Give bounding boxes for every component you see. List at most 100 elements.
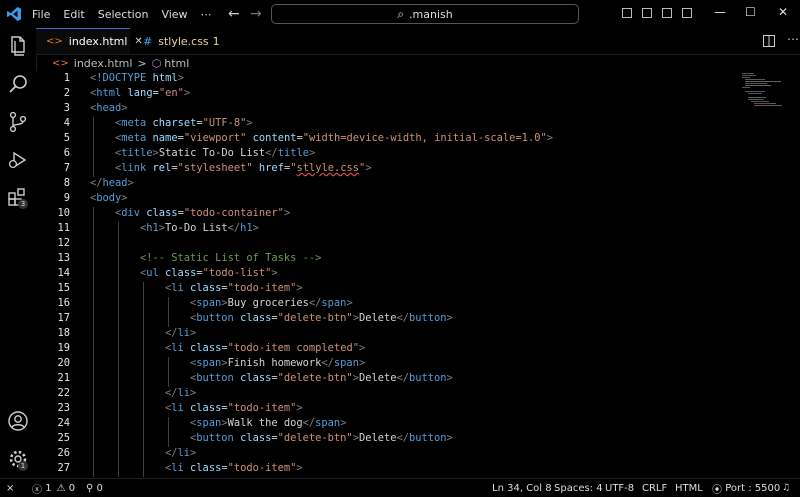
code-line[interactable]: <span>Finish homework</span>: [190, 357, 365, 369]
close-window-button[interactable]: ✕: [778, 5, 788, 19]
code-token: lang: [127, 87, 153, 99]
ports-count: 0: [96, 482, 103, 494]
code-token: >: [296, 282, 303, 294]
toggle-primary-sidebar-icon[interactable]: [622, 8, 632, 18]
command-center-search[interactable]: ⌕ .manish: [271, 4, 579, 24]
breadcrumb: <> index.html > ⬡ html: [36, 55, 800, 71]
code-token: li: [171, 462, 191, 474]
end-of-line[interactable]: CRLF: [642, 479, 667, 497]
code-token: "viewport": [183, 132, 253, 144]
code-token: button: [196, 372, 241, 384]
code-line[interactable]: <button class="delete-btn">Delete</butto…: [190, 372, 453, 384]
code-token: Finish homework: [227, 357, 322, 369]
toggle-secondary-sidebar-icon[interactable]: [662, 8, 672, 18]
code-line[interactable]: <li class="todo-item">: [165, 402, 303, 414]
code-line[interactable]: </head>: [90, 177, 134, 189]
code-line[interactable]: <body>: [90, 192, 128, 204]
code-line[interactable]: <!-- Static List of Tasks -->: [140, 252, 321, 264]
code-line[interactable]: <h1>To-Do List</h1>: [140, 222, 259, 234]
line-number: 17: [57, 312, 70, 324]
breadcrumb-element[interactable]: html: [164, 57, 189, 70]
line-number: 7: [63, 162, 70, 174]
menu-file[interactable]: File: [32, 8, 50, 21]
code-token: Static To-Do List: [158, 147, 266, 159]
account-icon[interactable]: [6, 409, 30, 433]
indent-guide: [93, 207, 94, 477]
code-token: "todo-item": [227, 402, 297, 414]
minimap[interactable]: [742, 72, 782, 108]
tab-style-css[interactable]: # stlyle.css 1: [131, 28, 229, 54]
search-icon[interactable]: [6, 72, 30, 96]
code-line[interactable]: <li class="todo-item completed">: [165, 342, 365, 354]
code-token: div: [121, 207, 147, 219]
code-line[interactable]: <head>: [90, 102, 128, 114]
line-number: 18: [57, 327, 70, 339]
code-line[interactable]: </li>: [165, 387, 196, 399]
minimize-button[interactable]: —: [714, 5, 726, 19]
indent-guide: [168, 297, 169, 327]
run-debug-icon[interactable]: [6, 148, 30, 172]
menu-more[interactable]: ⋯: [201, 8, 212, 21]
toggle-panel-icon[interactable]: [642, 8, 652, 18]
code-token: <!-- Static List of Tasks -->: [140, 252, 322, 264]
code-token: "todo-list": [202, 267, 272, 279]
maximize-button[interactable]: ☐: [745, 5, 756, 19]
forward-arrow-icon[interactable]: →: [250, 6, 262, 22]
source-control-icon[interactable]: [6, 110, 30, 134]
code-line[interactable]: <meta name="viewport" content="width=dev…: [115, 132, 553, 144]
code-line[interactable]: <html lang="en">: [90, 87, 190, 99]
indent-guide: [93, 117, 94, 177]
code-line[interactable]: <div class="todo-container">: [115, 207, 290, 219]
code-line[interactable]: </li>: [165, 447, 196, 459]
code-token: </: [396, 372, 410, 384]
code-token: class: [240, 432, 272, 444]
line-number: 21: [57, 372, 70, 384]
ports-status[interactable]: ⚲ 0: [86, 479, 103, 497]
code-line[interactable]: <ul class="todo-list">: [140, 267, 278, 279]
back-arrow-icon[interactable]: ←: [228, 6, 240, 22]
language-mode[interactable]: HTML: [675, 479, 703, 497]
split-editor-icon[interactable]: [763, 35, 775, 47]
code-line[interactable]: <link rel="stylesheet" href="stlyle.css"…: [115, 162, 372, 174]
problems-status[interactable]: ⓧ 1 ⚠ 0: [32, 479, 75, 497]
code-line[interactable]: <button class="delete-btn">Delete</butto…: [190, 432, 453, 444]
code-line[interactable]: <li class="todo-item">: [165, 462, 303, 474]
code-line[interactable]: <!DOCTYPE html>: [90, 72, 184, 84]
vscode-logo-icon[interactable]: [6, 6, 22, 22]
code-editor[interactable]: 1 <!DOCTYPE html> 2 <html lang="en"> 3 <head>…: [36, 71, 800, 478]
code-line[interactable]: <meta charset="UTF-8">: [115, 117, 253, 129]
live-server-port[interactable]: ⦿ Port : 5500: [712, 479, 780, 497]
code-token: </: [396, 432, 410, 444]
remote-indicator-icon[interactable]: ⨯: [6, 479, 14, 497]
code-token: >: [296, 402, 303, 414]
editor-scrollbar[interactable]: [786, 72, 800, 476]
code-line[interactable]: <span>Walk the dog</span>: [190, 417, 346, 429]
code-line[interactable]: <title>Static To-Do List</title>: [115, 147, 315, 159]
line-number: 9: [63, 192, 70, 204]
more-actions-icon[interactable]: ⋯: [787, 32, 799, 46]
notifications-bell-icon[interactable]: ♫: [782, 479, 790, 497]
code-token: ul: [146, 267, 166, 279]
menu-selection[interactable]: Selection: [98, 8, 149, 21]
encoding[interactable]: UTF-8: [605, 479, 634, 497]
search-text: .manish: [409, 7, 453, 21]
code-line[interactable]: </li>: [165, 327, 196, 339]
code-token: li: [177, 387, 191, 399]
menu-edit[interactable]: Edit: [63, 8, 84, 21]
code-line[interactable]: <button class="delete-btn">Delete</butto…: [190, 312, 453, 324]
code-token: span: [196, 417, 222, 429]
breadcrumb-file[interactable]: index.html: [74, 57, 133, 70]
customize-layout-icon[interactable]: [682, 8, 692, 18]
code-token: li: [177, 447, 191, 459]
broadcast-icon: ⦿: [712, 484, 726, 496]
indentation[interactable]: Spaces: 4: [554, 479, 603, 497]
tab-index-html[interactable]: <> index.html ✕: [36, 28, 143, 54]
explorer-icon[interactable]: [6, 34, 30, 58]
code-line[interactable]: <span>Buy groceries</span>: [190, 297, 353, 309]
code-token: >: [121, 102, 128, 114]
cursor-position[interactable]: Ln 34, Col 8: [492, 479, 552, 497]
menu-view[interactable]: View: [161, 8, 187, 21]
code-token: class: [190, 282, 222, 294]
code-line[interactable]: <li class="todo-item">: [165, 282, 303, 294]
code-token: "todo-item": [227, 462, 297, 474]
